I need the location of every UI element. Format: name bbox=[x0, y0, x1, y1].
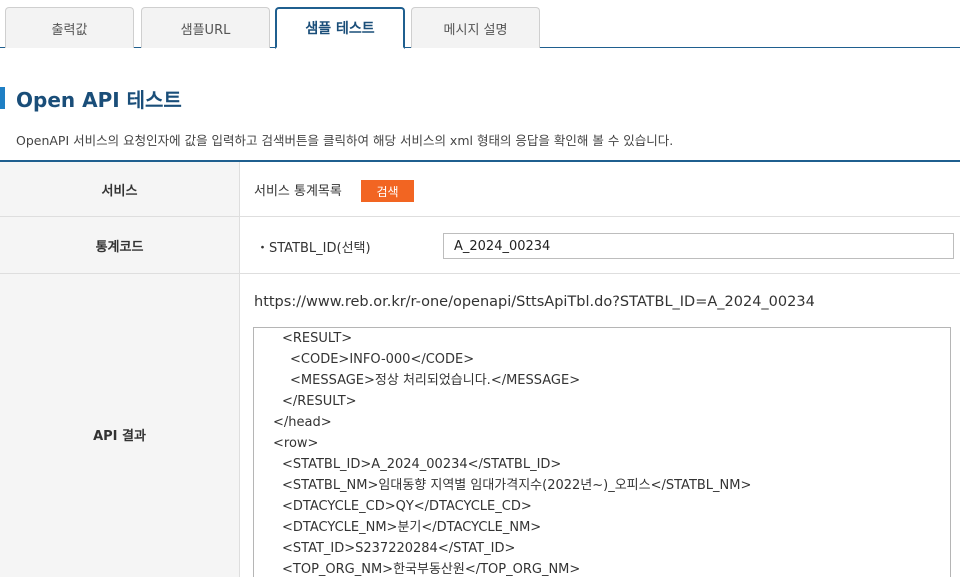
statbl-id-label: ・STATBL_ID(선택) bbox=[256, 241, 371, 256]
service-name: 서비스 통계목록 bbox=[254, 184, 342, 199]
service-row: 서비스 서비스 통계목록 검색 bbox=[0, 162, 960, 217]
xml-line: </head> bbox=[273, 415, 332, 430]
api-test-form: 서비스 서비스 통계목록 검색 통계코드 ・STATBL_ID(선택) API … bbox=[0, 160, 960, 577]
xml-line: </RESULT> bbox=[282, 394, 357, 409]
xml-line: <DTACYCLE_CD>QY</DTACYCLE_CD> bbox=[282, 499, 532, 514]
api-result-row: API 결과 https://www.reb.or.kr/r-one/opena… bbox=[0, 274, 960, 577]
statbl-id-input[interactable] bbox=[443, 233, 954, 259]
tab-sample-url[interactable]: 샘플URL bbox=[141, 7, 270, 48]
xml-line: <STAT_ID>S237220284</STAT_ID> bbox=[282, 541, 516, 556]
xml-line: <MESSAGE>정상 처리되었습니다.</MESSAGE> bbox=[290, 373, 581, 388]
stat-code-header: 통계코드 bbox=[0, 217, 240, 273]
xml-line: <STATBL_ID>A_2024_00234</STATBL_ID> bbox=[282, 457, 562, 472]
request-url: https://www.reb.or.kr/r-one/openapi/Stts… bbox=[254, 294, 815, 310]
xml-line: <TOP_ORG_NM>한국부동산원</TOP_ORG_NM> bbox=[282, 562, 581, 577]
xml-result-box[interactable]: <RESULT> <CODE>INFO-000</CODE> <MESSAGE>… bbox=[253, 327, 951, 577]
xml-line: <row> bbox=[273, 436, 319, 451]
xml-line: <CODE>INFO-000</CODE> bbox=[290, 352, 475, 367]
xml-line: <RESULT> bbox=[282, 331, 353, 346]
xml-line: <DTACYCLE_NM>분기</DTACYCLE_NM> bbox=[282, 520, 542, 535]
tab-bar: 출력값 샘플URL 샘플 테스트 메시지 설명 bbox=[0, 0, 960, 49]
stat-code-row: 통계코드 ・STATBL_ID(선택) bbox=[0, 217, 960, 274]
xml-line: <STATBL_NM>임대동향 지역별 임대가격지수(2022년~)_오피스</… bbox=[282, 478, 752, 493]
tab-sample-test[interactable]: 샘플 테스트 bbox=[275, 7, 405, 49]
tab-message-description[interactable]: 메시지 설명 bbox=[411, 7, 540, 48]
search-button[interactable]: 검색 bbox=[361, 180, 414, 202]
page-description: OpenAPI 서비스의 요청인자에 값을 입력하고 검색버튼을 클릭하여 해당… bbox=[16, 133, 674, 148]
title-accent-bar bbox=[0, 87, 5, 109]
api-result-header: API 결과 bbox=[0, 274, 240, 577]
page-title: Open API 테스트 bbox=[16, 88, 182, 112]
service-header: 서비스 bbox=[0, 162, 240, 216]
tab-output-values[interactable]: 출력값 bbox=[5, 7, 134, 48]
